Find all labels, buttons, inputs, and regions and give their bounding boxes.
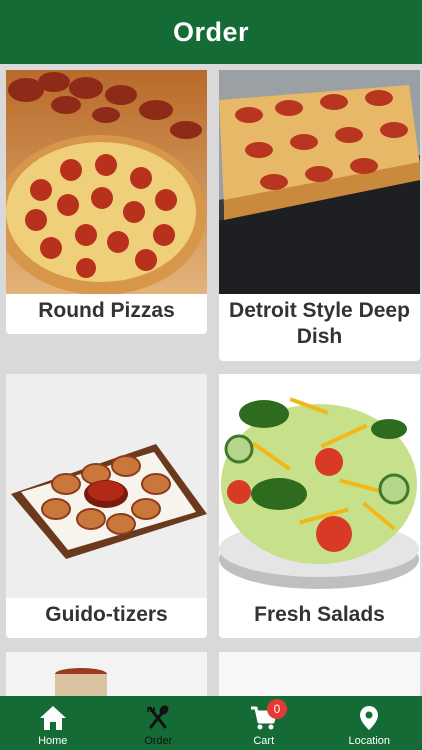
guido-tizers-image	[6, 374, 207, 598]
nav-label-home: Home	[38, 735, 68, 747]
home-icon	[39, 706, 66, 730]
page-title: Order	[172, 16, 250, 47]
category-image-partial-right	[219, 652, 420, 696]
fresh-salad-image	[219, 374, 420, 598]
nav-home[interactable]: Home	[0, 696, 106, 750]
cart-count-badge: 0	[267, 699, 287, 719]
category-card-round-pizzas[interactable]: Round Pizzas	[6, 70, 207, 334]
nav-label-order: Order	[144, 735, 173, 747]
category-card-detroit-style[interactable]: Detroit Style Deep Dish	[219, 70, 420, 361]
category-label: Fresh Salads	[254, 603, 385, 626]
app-header: Order	[0, 0, 422, 64]
nav-cart[interactable]: 0 Cart	[211, 696, 317, 750]
category-card-partial-right[interactable]	[219, 652, 420, 696]
category-image-partial-left	[6, 652, 207, 696]
nav-label-location: Location	[348, 735, 391, 747]
bottom-navigation: Home Order 0 Cart Location	[0, 696, 422, 750]
location-pin-icon	[360, 706, 379, 730]
category-label: Guido-tizers	[45, 603, 168, 626]
category-label: Detroit Style Deep Dish	[229, 299, 410, 348]
nav-label-cart: Cart	[253, 735, 275, 747]
round-pizza-image	[6, 70, 207, 294]
nav-order[interactable]: Order	[106, 696, 212, 750]
category-grid: Round Pizzas Detroit Style Deep Dish Gui…	[0, 64, 422, 696]
category-card-fresh-salads[interactable]: Fresh Salads	[219, 374, 420, 638]
category-card-partial-left[interactable]	[6, 652, 207, 696]
detroit-pizza-image	[219, 70, 420, 294]
utensils-icon	[147, 705, 169, 729]
category-card-guido-tizers[interactable]: Guido-tizers	[6, 374, 207, 638]
category-label: Round Pizzas	[38, 299, 175, 322]
nav-location[interactable]: Location	[317, 696, 422, 750]
